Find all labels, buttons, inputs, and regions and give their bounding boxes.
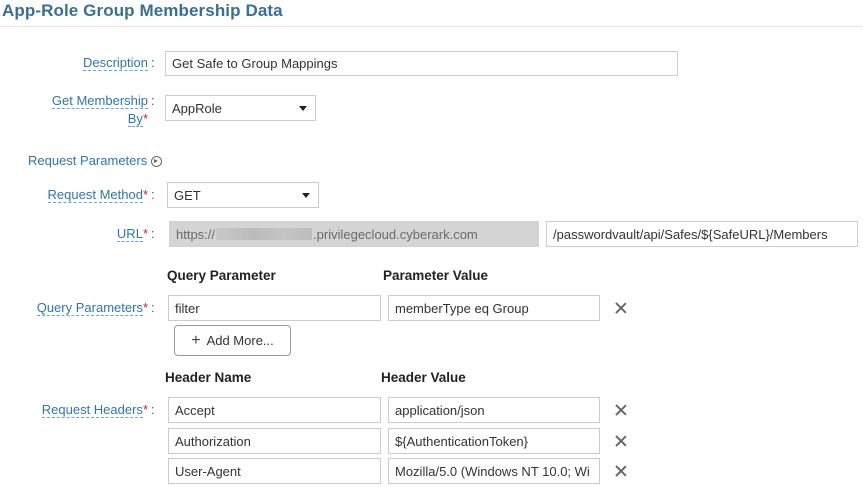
header-value-input-accept[interactable]: application/json <box>388 397 600 423</box>
request-parameters-heading: Request Parameters <box>28 153 163 168</box>
membership-select[interactable]: AppRole <box>165 95 316 121</box>
add-more-button[interactable]: + Add More... <box>174 325 291 356</box>
request-headers-colon: : <box>151 402 155 417</box>
parameter-value-column-header: Parameter Value <box>383 268 489 283</box>
header-value-input-user-agent[interactable]: Mozilla/5.0 (Windows NT 10.0; Wi <box>388 458 600 484</box>
membership-colon: : <box>151 93 155 108</box>
membership-label-by: By* <box>127 111 148 127</box>
header-value-column-header: Header Value <box>381 370 466 385</box>
chevron-down-icon <box>302 193 310 198</box>
url-path-input[interactable]: /passwordvault/api/Safes/${SafeURL}/Memb… <box>546 221 858 247</box>
header-name-column-header: Header Name <box>165 370 252 385</box>
info-icon[interactable] <box>151 156 163 167</box>
query-param-value-input[interactable]: memberType eq Group <box>388 295 600 321</box>
page-title: App-Role Group Membership Data <box>2 1 283 20</box>
url-base-input: https://.privilegecloud.cyberark.com <box>169 221 539 247</box>
description-colon: : <box>151 55 155 70</box>
request-method-colon: : <box>151 187 155 202</box>
remove-header-icon[interactable] <box>614 464 628 478</box>
membership-label: Get Membership <box>51 93 148 109</box>
query-parameter-column-header: Query Parameter <box>167 268 276 283</box>
header-name-input-accept[interactable]: Accept <box>168 397 381 423</box>
request-method-select[interactable]: GET <box>167 182 319 208</box>
title-divider <box>0 26 863 27</box>
plus-icon: + <box>191 331 201 349</box>
description-input[interactable]: Get Safe to Group Mappings <box>165 51 678 76</box>
remove-header-icon[interactable] <box>614 434 628 448</box>
page: App-Role Group Membership Data Descripti… <box>0 0 863 487</box>
query-param-name-input[interactable]: filter <box>168 295 381 321</box>
url-label: URL* <box>116 226 148 242</box>
request-method-label: Request Method* <box>47 187 148 203</box>
request-headers-label: Request Headers* <box>41 402 148 418</box>
remove-header-icon[interactable] <box>614 403 628 417</box>
description-label: Description <box>82 55 148 71</box>
query-parameters-colon: : <box>151 300 155 315</box>
query-parameters-label: Query Parameters* <box>36 300 148 316</box>
redacted-hostname <box>216 228 313 240</box>
remove-query-param-icon[interactable] <box>614 301 628 315</box>
header-name-input-authorization[interactable]: Authorization <box>168 428 381 454</box>
chevron-down-icon <box>299 106 307 111</box>
url-colon: : <box>151 226 155 241</box>
header-value-input-authorization[interactable]: ${AuthenticationToken} <box>388 428 600 454</box>
header-name-input-user-agent[interactable]: User-Agent <box>168 458 381 484</box>
